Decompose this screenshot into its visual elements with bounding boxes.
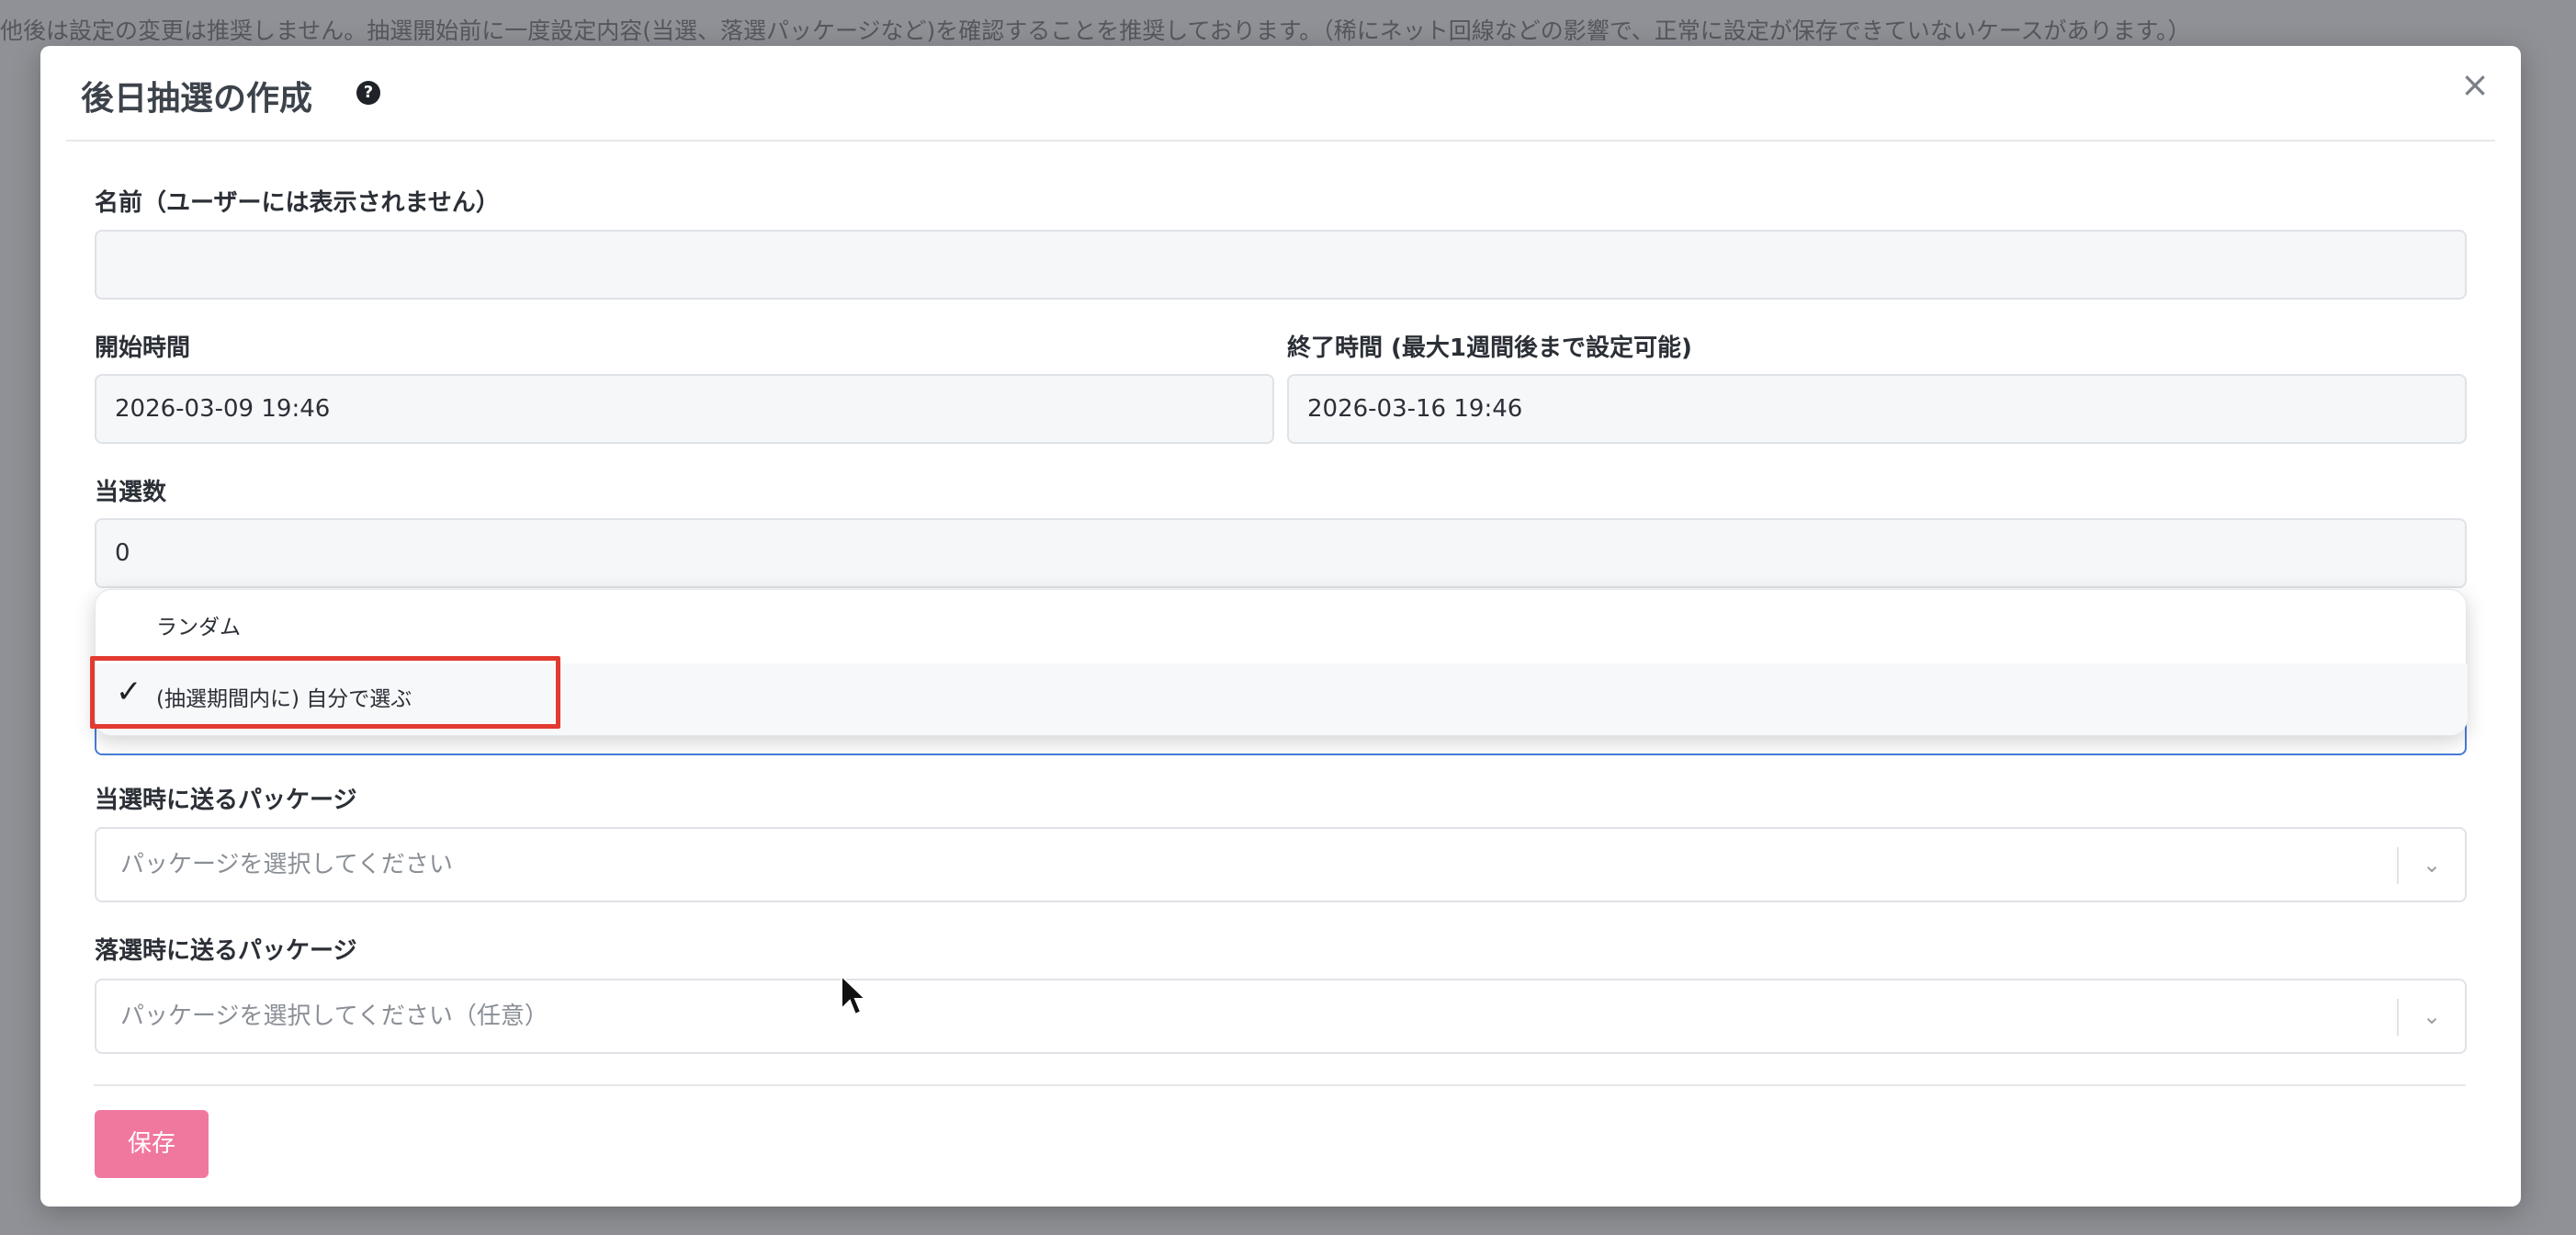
chevron-down-icon[interactable]: ⌄	[2417, 980, 2446, 1052]
select-separator	[2397, 847, 2399, 884]
lose-package-select[interactable]: パッケージを選択してください（任意） ⌄	[95, 979, 2467, 1054]
name-input[interactable]	[95, 230, 2467, 300]
end-time-input[interactable]: 2026-03-16 19:46	[1287, 374, 2467, 444]
question-circle-icon[interactable]: ?	[356, 81, 380, 105]
name-label: 名前（ユーザーには表示されません）	[95, 189, 500, 217]
winner-count-label: 当選数	[95, 479, 167, 506]
footer-divider	[94, 1084, 2466, 1086]
start-time-label: 開始時間	[95, 334, 191, 362]
select-separator	[2397, 999, 2399, 1036]
highlight-box	[90, 656, 560, 729]
win-package-placeholder: パッケージを選択してください	[120, 851, 453, 878]
winner-count-input[interactable]: 0	[95, 518, 2467, 588]
mouse-cursor-icon	[841, 974, 867, 1016]
save-button[interactable]: 保存	[95, 1110, 209, 1178]
close-icon[interactable]: ×	[2457, 66, 2493, 103]
backdrop-notice-text: 他後は設定の変更は推奨しません。抽選開始前に一度設定内容(当選、落選パッケージな…	[0, 17, 2191, 44]
start-time-input[interactable]: 2026-03-09 19:46	[95, 374, 1274, 444]
option-random[interactable]: ランダム	[96, 592, 2468, 663]
win-package-select[interactable]: パッケージを選択してください ⌄	[95, 827, 2467, 902]
lose-package-label: 落選時に送るパッケージ	[95, 937, 357, 965]
modal-header: 後日抽選の作成 ? ×	[66, 46, 2495, 142]
chevron-down-icon[interactable]: ⌄	[2417, 829, 2446, 901]
lose-package-placeholder: パッケージを選択してください（任意）	[120, 1003, 548, 1030]
end-time-label: 終了時間 (最大1週間後まで設定可能)	[1287, 334, 1692, 362]
win-package-label: 当選時に送るパッケージ	[95, 787, 357, 814]
modal-title: 後日抽選の作成	[81, 80, 313, 118]
